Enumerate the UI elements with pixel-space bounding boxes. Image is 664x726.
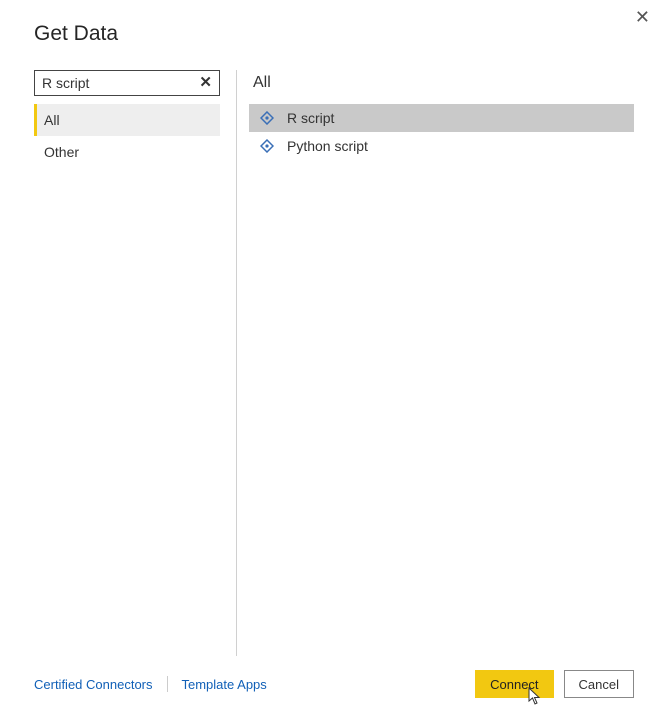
- template-apps-link[interactable]: Template Apps: [182, 677, 267, 692]
- connector-item-r-script[interactable]: R script: [249, 104, 634, 132]
- search-wrapper: ✕: [34, 70, 220, 96]
- footer-links: Certified Connectors Template Apps: [34, 676, 267, 692]
- footer-separator: [167, 676, 168, 692]
- get-data-dialog: ✕ Get Data ✕ All Other All: [0, 0, 664, 726]
- category-label: Other: [44, 144, 79, 160]
- right-column: All R script: [249, 70, 664, 656]
- dialog-title: Get Data: [0, 0, 664, 46]
- cancel-button[interactable]: Cancel: [564, 670, 634, 698]
- dialog-body: ✕ All Other All: [0, 46, 664, 656]
- left-column: ✕ All Other: [34, 70, 236, 656]
- connector-label: R script: [287, 110, 334, 126]
- category-item-all[interactable]: All: [34, 104, 220, 136]
- close-icon: ✕: [635, 7, 650, 27]
- vertical-divider: [236, 70, 237, 656]
- connect-button[interactable]: Connect: [475, 670, 553, 698]
- diamond-icon: [259, 110, 275, 126]
- close-button[interactable]: ✕: [635, 8, 650, 26]
- connector-list: R script Python script: [249, 104, 634, 160]
- search-clear-button[interactable]: ✕: [195, 72, 216, 94]
- connector-label: Python script: [287, 138, 368, 154]
- category-label: All: [44, 112, 60, 128]
- certified-connectors-link[interactable]: Certified Connectors: [34, 677, 153, 692]
- connector-list-header: All: [249, 70, 634, 104]
- connector-item-python-script[interactable]: Python script: [249, 132, 634, 160]
- diamond-icon: [259, 138, 275, 154]
- clear-icon: ✕: [199, 74, 212, 91]
- search-input[interactable]: [34, 70, 220, 96]
- category-list: All Other: [34, 104, 220, 168]
- dialog-footer: Certified Connectors Template Apps Conne…: [0, 656, 664, 726]
- category-item-other[interactable]: Other: [34, 136, 220, 168]
